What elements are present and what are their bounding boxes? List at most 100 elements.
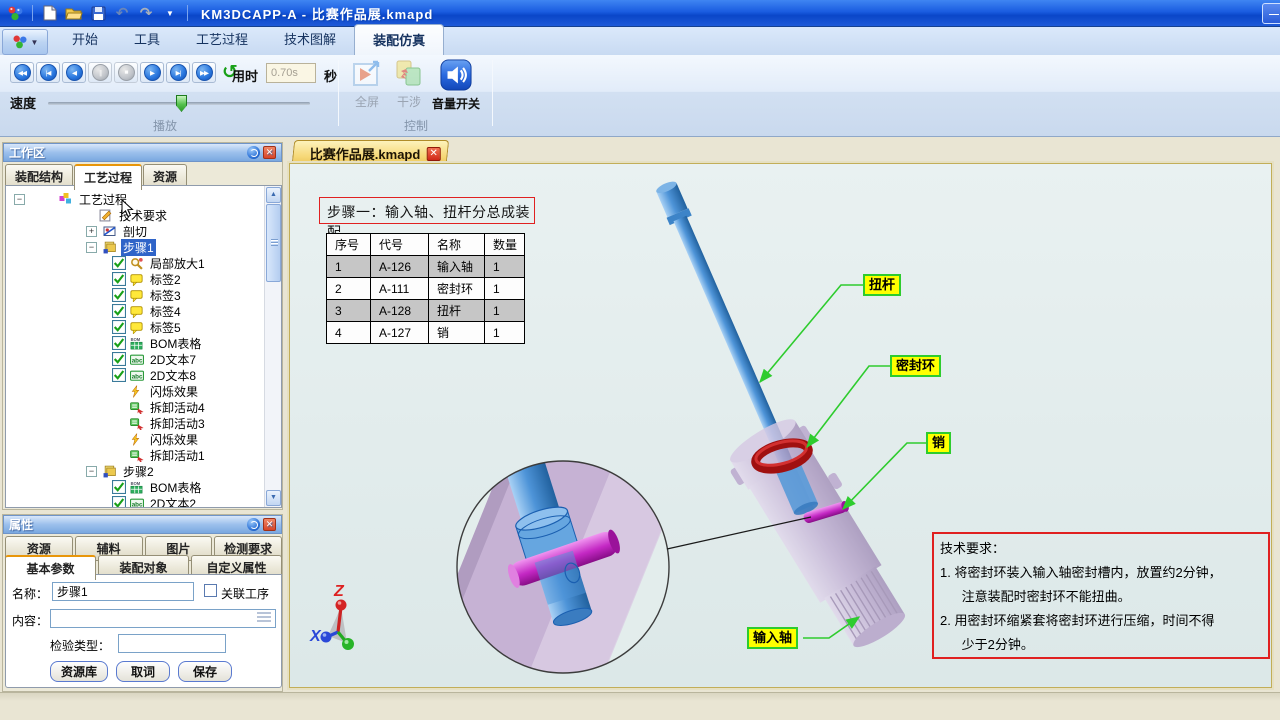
3d-viewport[interactable]: Z X 步骤一：输入轴、扭杆分总成装配 序号代号名称数量1A-126输入轴12A… — [289, 163, 1272, 688]
tree-item-闪烁效果[interactable]: 闪烁效果 — [6, 431, 281, 447]
tree-item-工艺过程[interactable]: −工艺过程 — [6, 191, 281, 207]
ribbon-tab-row: ▼ 开始工具工艺过程技术图解装配仿真 — [0, 27, 1280, 55]
detail-view — [415, 383, 695, 689]
panel-pin-icon[interactable] — [247, 518, 260, 531]
ribbon-tab-装配仿真[interactable]: 装配仿真 — [354, 24, 444, 55]
content-input[interactable] — [50, 609, 276, 628]
tree-item-BOM表格[interactable]: BOMBOM表格 — [6, 479, 281, 495]
undo-icon[interactable]: ↶ — [112, 3, 132, 23]
skip-to-end-button[interactable]: ▶▶ — [192, 62, 216, 83]
tree-item-步骤2[interactable]: −步骤2 — [6, 463, 281, 479]
scroll-down-icon[interactable]: ▼ — [266, 490, 281, 506]
label-icon — [130, 321, 144, 334]
callout-torsion-bar: 扭杆 — [863, 274, 901, 296]
document-tab[interactable]: 比赛作品展.kmapd ✕ — [292, 140, 449, 163]
stop-button: ■ — [114, 62, 138, 83]
tree-expander-icon[interactable]: − — [14, 194, 25, 205]
check-type-input[interactable] — [118, 634, 226, 653]
bom-cell: 3 — [327, 300, 371, 322]
checkbox-checked-icon[interactable] — [112, 288, 126, 302]
tree-item-BOM表格[interactable]: BOMBOM表格 — [6, 335, 281, 351]
new-document-icon[interactable] — [40, 3, 60, 23]
skip-to-start-button[interactable]: ◀◀ — [10, 62, 34, 83]
minimize-button[interactable]: — — [1262, 3, 1280, 24]
tree-item-拆卸活动1[interactable]: 拆卸活动1 — [6, 447, 281, 463]
properties-panel-titlebar: 属性 ✕ — [3, 515, 282, 534]
application-menu-button[interactable]: ▼ — [2, 29, 48, 55]
ribbon-tab-技术图解[interactable]: 技术图解 — [266, 24, 354, 55]
tree-item-标签5[interactable]: 标签5 — [6, 319, 281, 335]
tree-item-标签3[interactable]: 标签3 — [6, 287, 281, 303]
ribbon-tab-工艺过程[interactable]: 工艺过程 — [178, 24, 266, 55]
tree-item-label: 2D文本8 — [148, 367, 198, 384]
step-backward-button[interactable]: |◀ — [36, 62, 60, 83]
tree-item-2D文本8[interactable]: abc2D文本8 — [6, 367, 281, 383]
tree-item-label: 标签3 — [148, 287, 183, 304]
bom-cell: A-128 — [371, 300, 429, 322]
tree-expander-icon[interactable]: + — [86, 226, 97, 237]
open-file-icon[interactable] — [64, 3, 84, 23]
speed-slider[interactable] — [48, 102, 310, 105]
checkbox-checked-icon[interactable] — [112, 480, 126, 494]
name-input[interactable] — [52, 582, 194, 601]
checkbox-checked-icon[interactable] — [112, 256, 126, 270]
checkbox-checked-icon[interactable] — [112, 368, 126, 382]
save-button[interactable]: 保存 — [178, 661, 232, 682]
tree-item-技术要求[interactable]: 技术要求 — [6, 207, 281, 223]
tree-expander-icon[interactable]: − — [86, 242, 97, 253]
flash-icon — [130, 385, 144, 398]
leader-pin — [843, 443, 928, 509]
checkbox-checked-icon[interactable] — [112, 496, 126, 508]
svg-text:abc: abc — [132, 357, 143, 364]
content-expand-icon[interactable] — [257, 612, 271, 624]
pick-word-button[interactable]: 取词 — [116, 661, 170, 682]
play-backward-button[interactable]: ◀ — [62, 62, 86, 83]
tree-item-步骤1[interactable]: −步骤1 — [6, 239, 281, 255]
volume-toggle-button[interactable]: 音量开关 — [428, 59, 484, 112]
tree-item-剖切[interactable]: +剖切 — [6, 223, 281, 239]
tree-item-闪烁效果[interactable]: 闪烁效果 — [6, 383, 281, 399]
checkbox-checked-icon[interactable] — [112, 320, 126, 334]
scroll-up-icon[interactable]: ▲ — [266, 187, 281, 203]
tree-item-2D文本2[interactable]: abc2D文本2 — [6, 495, 281, 508]
tree-item-标签4[interactable]: 标签4 — [6, 303, 281, 319]
basic-params-form: 名称： 关联工序 内容： 检验类型： 资源库 取词 保存 — [5, 574, 282, 688]
label-icon — [130, 289, 144, 302]
panel-pin-icon[interactable] — [247, 146, 260, 159]
tree-item-拆卸活动4[interactable]: 拆卸活动4 — [6, 399, 281, 415]
ribbon-tab-工具[interactable]: 工具 — [116, 24, 178, 55]
tree-expander-icon[interactable]: − — [86, 466, 97, 477]
tree-item-2D文本7[interactable]: abc2D文本7 — [6, 351, 281, 367]
content-label: 内容： — [12, 612, 48, 629]
quickbar-dropdown-icon[interactable]: ▼ — [160, 3, 180, 23]
step-forward-button[interactable]: ▶| — [166, 62, 190, 83]
redo-icon[interactable]: ↷ — [136, 3, 156, 23]
tree-item-拆卸活动3[interactable]: 拆卸活动3 — [6, 415, 281, 431]
ribbon-tab-开始[interactable]: 开始 — [54, 24, 116, 55]
speed-slider-thumb[interactable] — [176, 95, 187, 112]
checkbox-checked-icon[interactable] — [112, 336, 126, 350]
bom-header-cell: 名称 — [429, 234, 485, 256]
scrollbar-thumb[interactable] — [266, 204, 281, 282]
document-close-icon[interactable]: ✕ — [426, 147, 440, 161]
tree-item-label: 拆卸活动3 — [148, 415, 207, 432]
fullscreen-icon — [352, 59, 382, 89]
checkbox-checked-icon[interactable] — [112, 272, 126, 286]
tree-scrollbar[interactable]: ▲ ▼ — [264, 186, 281, 507]
workspace-tab-工艺过程[interactable]: 工艺过程 — [74, 164, 142, 190]
resource-library-button[interactable]: 资源库 — [50, 661, 108, 682]
key-process-checkbox[interactable] — [204, 584, 217, 597]
tree-item-label: 闪烁效果 — [148, 431, 200, 448]
properties-tab-基本参数[interactable]: 基本参数 — [5, 555, 96, 580]
tree-item-局部放大1[interactable]: 局部放大1 — [6, 255, 281, 271]
elapsed-time-field[interactable] — [266, 63, 316, 83]
play-forward-button[interactable]: ▶ — [140, 62, 164, 83]
checkbox-checked-icon[interactable] — [112, 304, 126, 318]
checkbox-checked-icon[interactable] — [112, 352, 126, 366]
panel-close-icon[interactable]: ✕ — [263, 518, 276, 531]
tree-item-标签2[interactable]: 标签2 — [6, 271, 281, 287]
save-icon[interactable] — [88, 3, 108, 23]
speed-label: 速度 — [10, 93, 36, 112]
panel-close-icon[interactable]: ✕ — [263, 146, 276, 159]
svg-text:abc: abc — [132, 501, 143, 508]
